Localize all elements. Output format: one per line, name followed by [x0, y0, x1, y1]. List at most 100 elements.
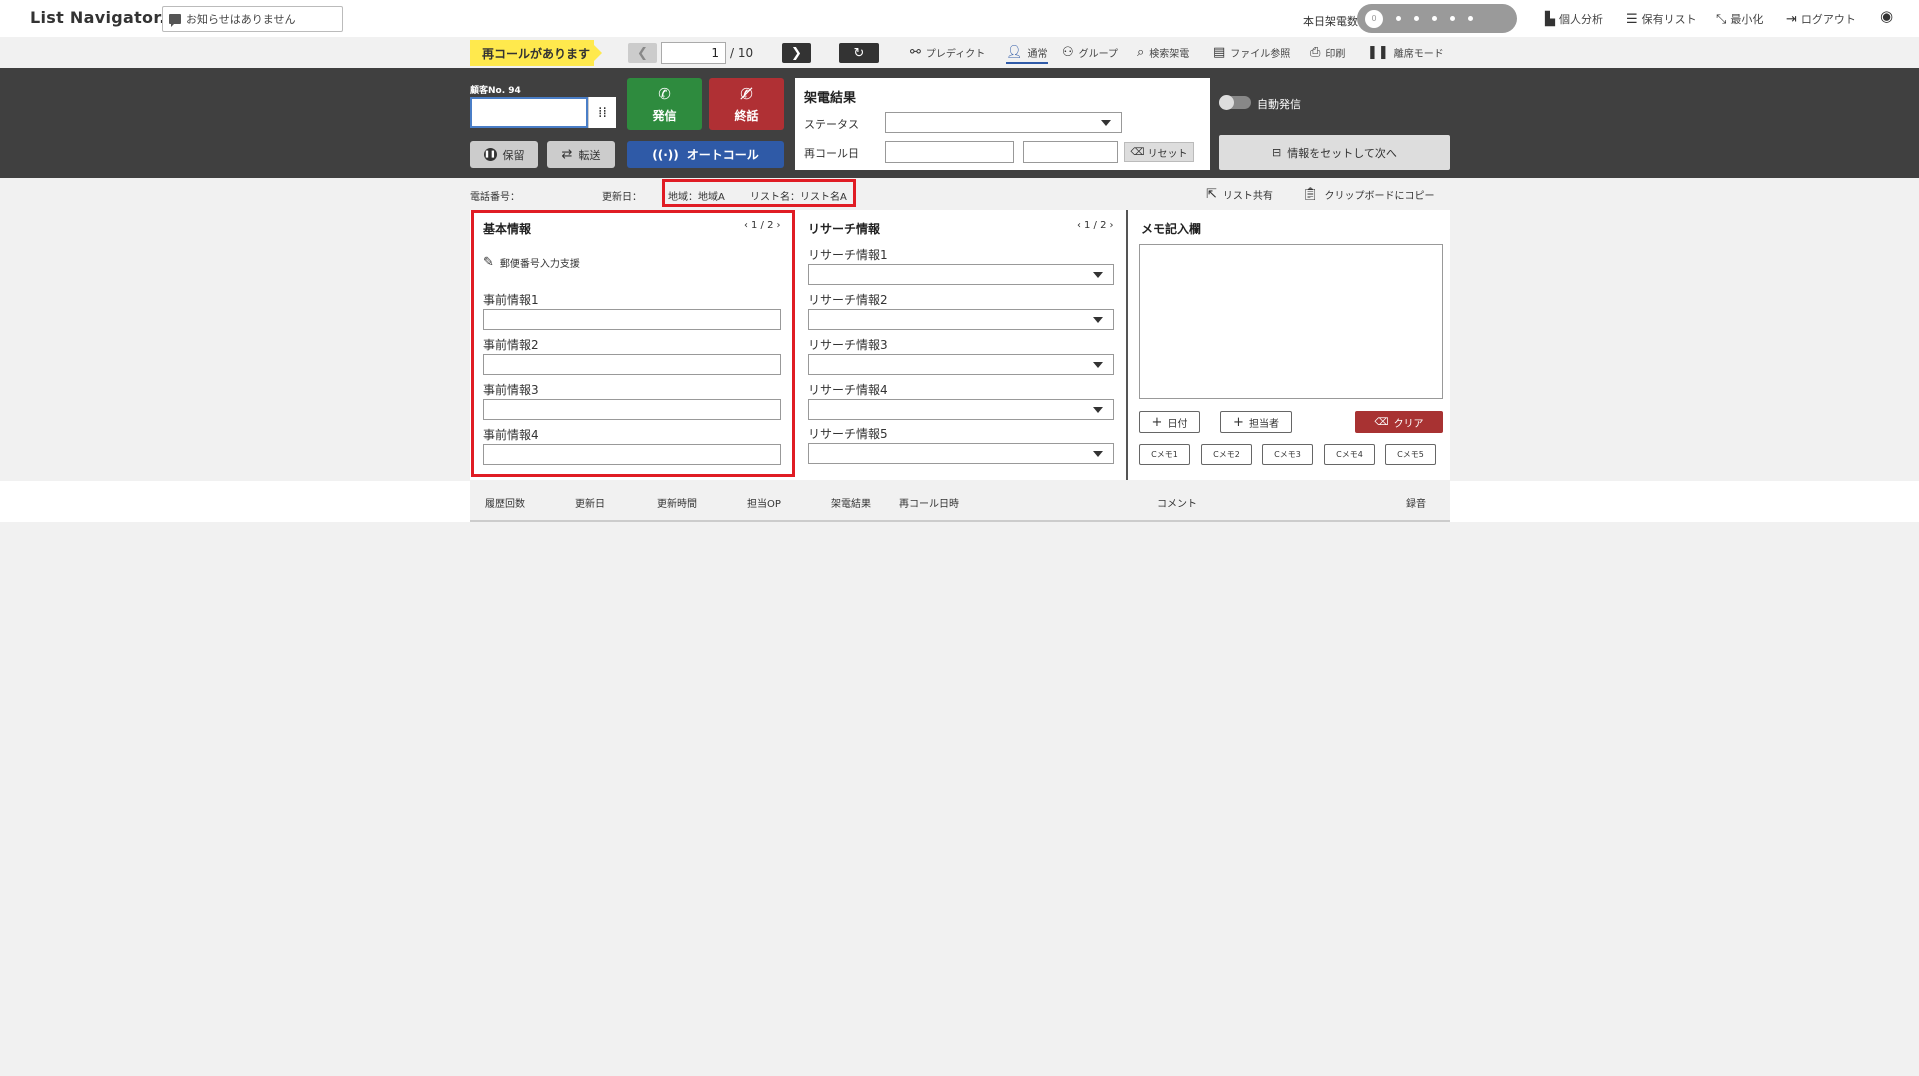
nav-logout[interactable]: ⇥ ログアウト — [1786, 11, 1856, 27]
c-memo-1-button[interactable]: Cメモ1 — [1139, 444, 1190, 465]
refresh-button[interactable]: ↻ — [839, 43, 879, 63]
memo-textarea[interactable] — [1139, 244, 1443, 399]
autocall-icon: ((·)) — [652, 147, 679, 162]
copy-clipboard-button[interactable]: 📋︎ クリップボードにコピー — [1302, 187, 1435, 202]
mode-label: グループ — [1078, 49, 1119, 60]
col-history-count: 履歴回数 — [485, 499, 525, 510]
pre-info-2-input[interactable] — [483, 354, 781, 375]
clear-label: クリア — [1393, 418, 1424, 430]
nav-minimize[interactable]: ⤡ 最小化 — [1716, 11, 1763, 27]
inbox-icon: ⊟ — [1272, 146, 1282, 159]
call-label: 発信 — [652, 108, 677, 123]
reset-button[interactable]: ⌫ リセット — [1124, 142, 1194, 162]
page-total: / 10 — [730, 46, 754, 60]
chart-icon: ▙ — [1545, 11, 1555, 27]
autocall-button[interactable]: ((·)) オートコール — [627, 141, 784, 168]
notice-text: お知らせはありません — [186, 13, 296, 26]
recall-badge[interactable]: 再コールがあります — [470, 40, 602, 66]
memo-date-button[interactable]: + 日付 — [1139, 411, 1200, 433]
keypad-button[interactable]: ⁞⁞ — [588, 97, 616, 128]
mode-group[interactable]: ⚇ グループ — [1062, 45, 1118, 60]
call-result-panel: 架電結果 ステータス 再コール日 ⌫ リセット — [795, 78, 1210, 170]
print-button[interactable]: ⎙ 印刷 — [1310, 45, 1345, 60]
mode-label: ファイル参照 — [1230, 49, 1291, 60]
updated-date-label: 更新日： — [602, 192, 642, 203]
pre-info-3-input[interactable] — [483, 399, 781, 420]
chevron-left-icon[interactable]: ‹ — [1077, 220, 1081, 231]
memo-staff-button[interactable]: + 担当者 — [1220, 411, 1292, 433]
file-reference[interactable]: ▤ ファイル参照 — [1213, 45, 1290, 60]
hangup-button[interactable]: ✆̸ 終話 — [709, 78, 784, 130]
chevron-right-icon[interactable]: › — [776, 220, 780, 231]
hold-button[interactable]: ❚❚ 保留 — [470, 141, 538, 168]
research-2-select[interactable] — [808, 309, 1114, 330]
col-operator: 担当OP — [747, 499, 781, 510]
basic-info-pager[interactable]: ‹ 1 / 2 › — [744, 220, 780, 231]
mode-normal[interactable]: 👤︎ 通常 — [1006, 45, 1048, 64]
away-mode[interactable]: ❚❚ 離席モード — [1367, 45, 1444, 60]
pre-info-2-label: 事前情報2 — [483, 338, 539, 352]
print-icon: ⎙ — [1310, 45, 1321, 60]
list-share-button[interactable]: ⇱ リスト共有 — [1206, 187, 1273, 202]
research-5-select[interactable] — [808, 443, 1114, 464]
col-recall-datetime: 再コール日時 — [899, 499, 959, 510]
col-call-result: 架電結果 — [831, 499, 871, 510]
account-button[interactable]: ◉ — [1880, 7, 1894, 25]
research-5-label: リサーチ情報5 — [808, 427, 888, 441]
eraser-icon: ⌫ — [1130, 146, 1145, 158]
phone-input[interactable] — [470, 97, 588, 128]
mode-search-call[interactable]: ⌕ 検索架電 — [1137, 45, 1189, 60]
auto-dial-label: 自動発信 — [1257, 98, 1301, 111]
notice-box[interactable]: お知らせはありません — [162, 6, 343, 32]
caret-down-icon — [1093, 407, 1103, 413]
c-memo-2-button[interactable]: Cメモ2 — [1201, 444, 1252, 465]
chevron-right-icon[interactable]: › — [1109, 220, 1113, 231]
progress-dot — [1432, 16, 1437, 21]
set-next-button[interactable]: ⊟ 情報をセットして次へ — [1219, 135, 1450, 170]
pause-circle-icon: ❚❚ — [483, 148, 497, 161]
call-count-label: 本日架電数 — [1303, 15, 1358, 28]
date-label: 日付 — [1167, 418, 1188, 430]
recall-time-input[interactable] — [1023, 141, 1118, 163]
pre-info-3-label: 事前情報3 — [483, 383, 539, 397]
list-icon: ☰ — [1626, 11, 1638, 27]
c-memo-5-button[interactable]: Cメモ5 — [1385, 444, 1436, 465]
mode-predict[interactable]: ⚯ プレディクト — [910, 45, 985, 60]
pre-info-1-input[interactable] — [483, 309, 781, 330]
staff-label: 担当者 — [1248, 418, 1279, 430]
recall-date-input[interactable] — [885, 141, 1014, 163]
research-3-select[interactable] — [808, 354, 1114, 375]
transfer-button[interactable]: ⇄ 転送 — [547, 141, 615, 168]
copy-label: クリップボードにコピー — [1324, 191, 1435, 202]
auto-dial-toggle[interactable] — [1219, 95, 1251, 110]
call-button[interactable]: ✆ 発信 — [627, 78, 702, 130]
research-info-pager[interactable]: ‹ 1 / 2 › — [1077, 220, 1113, 231]
research-1-select[interactable] — [808, 264, 1114, 285]
hold-label: 保留 — [502, 148, 525, 162]
clipboard-icon: 📋︎ — [1302, 187, 1319, 202]
app-logo: List Navigator. — [30, 8, 166, 27]
nav-personal-analysis[interactable]: ▙ 個人分析 — [1545, 11, 1603, 27]
next-page-button[interactable]: ❯ — [782, 43, 811, 63]
col-updated-time: 更新時間 — [657, 499, 697, 510]
nav-owned-list[interactable]: ☰ 保有リスト — [1626, 11, 1697, 27]
call-result-title: 架電結果 — [804, 91, 857, 106]
c-memo-3-button[interactable]: Cメモ3 — [1262, 444, 1313, 465]
person-icon: 👤︎ — [1006, 45, 1023, 60]
status-select[interactable] — [885, 112, 1122, 133]
minimize-icon: ⤡ — [1716, 11, 1727, 27]
user-circle-icon: ◉ — [1880, 7, 1894, 25]
info-bar — [0, 178, 1919, 210]
pre-info-4-input[interactable] — [483, 444, 781, 465]
progress-dot — [1396, 16, 1401, 21]
c-memo-4-button[interactable]: Cメモ4 — [1324, 444, 1375, 465]
postal-helper-button[interactable]: ✎ 郵便番号入力支援 — [483, 255, 580, 270]
share-label: リスト共有 — [1222, 191, 1273, 202]
page-input[interactable]: 1 — [661, 42, 726, 64]
memo-clear-button[interactable]: ⌫ クリア — [1355, 411, 1443, 433]
prev-page-button[interactable]: ❮ — [628, 43, 657, 63]
research-4-select[interactable] — [808, 399, 1114, 420]
mode-label: プレディクト — [925, 49, 986, 60]
transfer-icon: ⇄ — [561, 147, 573, 162]
chevron-left-icon[interactable]: ‹ — [744, 220, 748, 231]
